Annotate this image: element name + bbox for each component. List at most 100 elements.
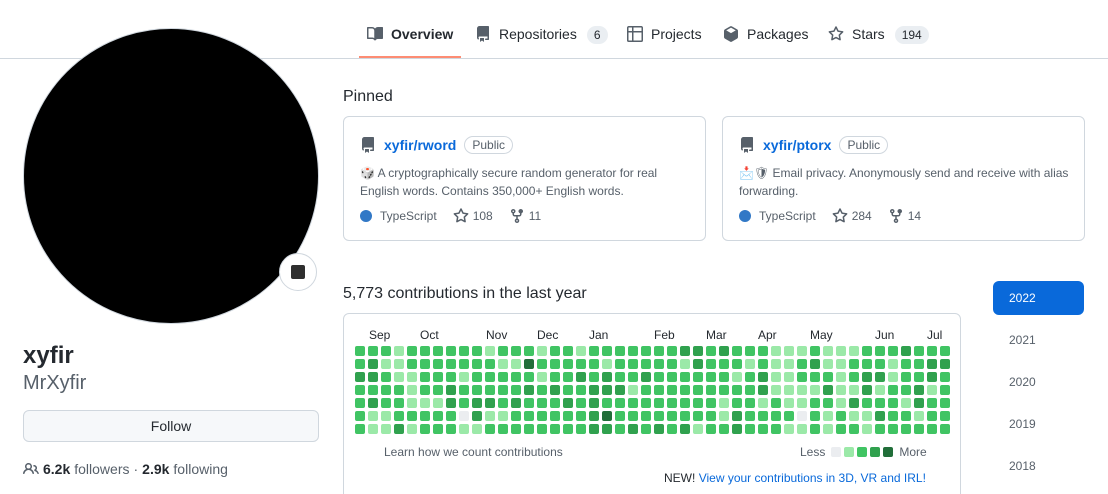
contribution-day[interactable] <box>511 346 521 356</box>
contribution-day[interactable] <box>563 398 573 408</box>
contribution-day[interactable] <box>485 424 495 434</box>
contribution-day[interactable] <box>810 424 820 434</box>
contribution-day[interactable] <box>667 424 677 434</box>
contribution-day[interactable] <box>602 398 612 408</box>
contribution-day[interactable] <box>654 424 664 434</box>
contribution-day[interactable] <box>355 372 365 382</box>
contribution-day[interactable] <box>511 424 521 434</box>
year-button-2021[interactable]: 2021 <box>993 323 1084 357</box>
contribution-day[interactable] <box>433 359 443 369</box>
contribution-day[interactable] <box>862 372 872 382</box>
contribution-day[interactable] <box>836 359 846 369</box>
contribution-day[interactable] <box>745 359 755 369</box>
contribution-day[interactable] <box>628 359 638 369</box>
contribution-day[interactable] <box>888 346 898 356</box>
contribution-day[interactable] <box>498 372 508 382</box>
contribution-day[interactable] <box>641 398 651 408</box>
contribution-day[interactable] <box>524 346 534 356</box>
contribution-day[interactable] <box>823 424 833 434</box>
contribution-day[interactable] <box>797 398 807 408</box>
contribution-day[interactable] <box>446 372 456 382</box>
contribution-day[interactable] <box>446 359 456 369</box>
contribution-day[interactable] <box>719 346 729 356</box>
contribution-day[interactable] <box>901 385 911 395</box>
contribution-day[interactable] <box>407 346 417 356</box>
contribution-day[interactable] <box>446 398 456 408</box>
contribution-day[interactable] <box>602 372 612 382</box>
contribution-day[interactable] <box>550 359 560 369</box>
contribution-day[interactable] <box>589 411 599 421</box>
contribution-day[interactable] <box>654 411 664 421</box>
contribution-day[interactable] <box>615 411 625 421</box>
contribution-day[interactable] <box>706 424 716 434</box>
contribution-day[interactable] <box>836 398 846 408</box>
contribution-day[interactable] <box>407 385 417 395</box>
contribution-day[interactable] <box>524 385 534 395</box>
contribution-day[interactable] <box>602 411 612 421</box>
contribution-day[interactable] <box>797 346 807 356</box>
contribution-day[interactable] <box>394 424 404 434</box>
contribution-day[interactable] <box>641 424 651 434</box>
contribution-day[interactable] <box>862 398 872 408</box>
contribution-day[interactable] <box>745 424 755 434</box>
contribution-day[interactable] <box>940 398 950 408</box>
year-button-2018[interactable]: 2018 <box>993 449 1084 483</box>
contribution-day[interactable] <box>745 385 755 395</box>
contribution-day[interactable] <box>381 411 391 421</box>
contribution-day[interactable] <box>680 346 690 356</box>
contribution-day[interactable] <box>771 346 781 356</box>
contribution-day[interactable] <box>784 372 794 382</box>
contribution-day[interactable] <box>797 411 807 421</box>
contribution-day[interactable] <box>433 424 443 434</box>
contribution-day[interactable] <box>784 359 794 369</box>
contribution-day[interactable] <box>693 385 703 395</box>
contribution-day[interactable] <box>576 346 586 356</box>
contribution-day[interactable] <box>693 411 703 421</box>
contribution-day[interactable] <box>628 398 638 408</box>
contribution-day[interactable] <box>524 398 534 408</box>
contribution-day[interactable] <box>719 411 729 421</box>
contribution-day[interactable] <box>901 372 911 382</box>
contribution-day[interactable] <box>498 411 508 421</box>
contribution-day[interactable] <box>667 411 677 421</box>
contribution-day[interactable] <box>888 424 898 434</box>
contribution-day[interactable] <box>394 359 404 369</box>
contribution-day[interactable] <box>823 372 833 382</box>
contribution-day[interactable] <box>771 411 781 421</box>
contribution-day[interactable] <box>667 359 677 369</box>
contribution-day[interactable] <box>537 398 547 408</box>
contribution-day[interactable] <box>628 424 638 434</box>
contribution-day[interactable] <box>732 411 742 421</box>
contribution-day[interactable] <box>407 359 417 369</box>
contribution-day[interactable] <box>810 398 820 408</box>
following-count[interactable]: 2.9k <box>142 461 169 477</box>
contribution-day[interactable] <box>667 372 677 382</box>
contribution-day[interactable] <box>394 372 404 382</box>
contribution-day[interactable] <box>381 424 391 434</box>
contribution-day[interactable] <box>667 385 677 395</box>
contribution-day[interactable] <box>810 359 820 369</box>
contribution-day[interactable] <box>680 359 690 369</box>
contribution-day[interactable] <box>407 398 417 408</box>
contribution-day[interactable] <box>732 359 742 369</box>
contribution-day[interactable] <box>420 372 430 382</box>
contribution-day[interactable] <box>355 424 365 434</box>
avatar[interactable] <box>23 28 319 324</box>
contribution-day[interactable] <box>875 372 885 382</box>
contribution-day[interactable] <box>537 411 547 421</box>
contribution-day[interactable] <box>420 398 430 408</box>
contribution-day[interactable] <box>511 398 521 408</box>
contribution-day[interactable] <box>888 372 898 382</box>
contribution-day[interactable] <box>719 424 729 434</box>
contribution-day[interactable] <box>615 385 625 395</box>
contribution-day[interactable] <box>927 398 937 408</box>
contribution-day[interactable] <box>615 346 625 356</box>
contribution-day[interactable] <box>628 346 638 356</box>
contribution-day[interactable] <box>914 385 924 395</box>
tab-stars[interactable]: Stars 194 <box>820 14 937 58</box>
year-button-2020[interactable]: 2020 <box>993 365 1084 399</box>
contribution-day[interactable] <box>459 424 469 434</box>
contribution-day[interactable] <box>433 372 443 382</box>
contribution-day[interactable] <box>719 359 729 369</box>
contribution-day[interactable] <box>589 372 599 382</box>
